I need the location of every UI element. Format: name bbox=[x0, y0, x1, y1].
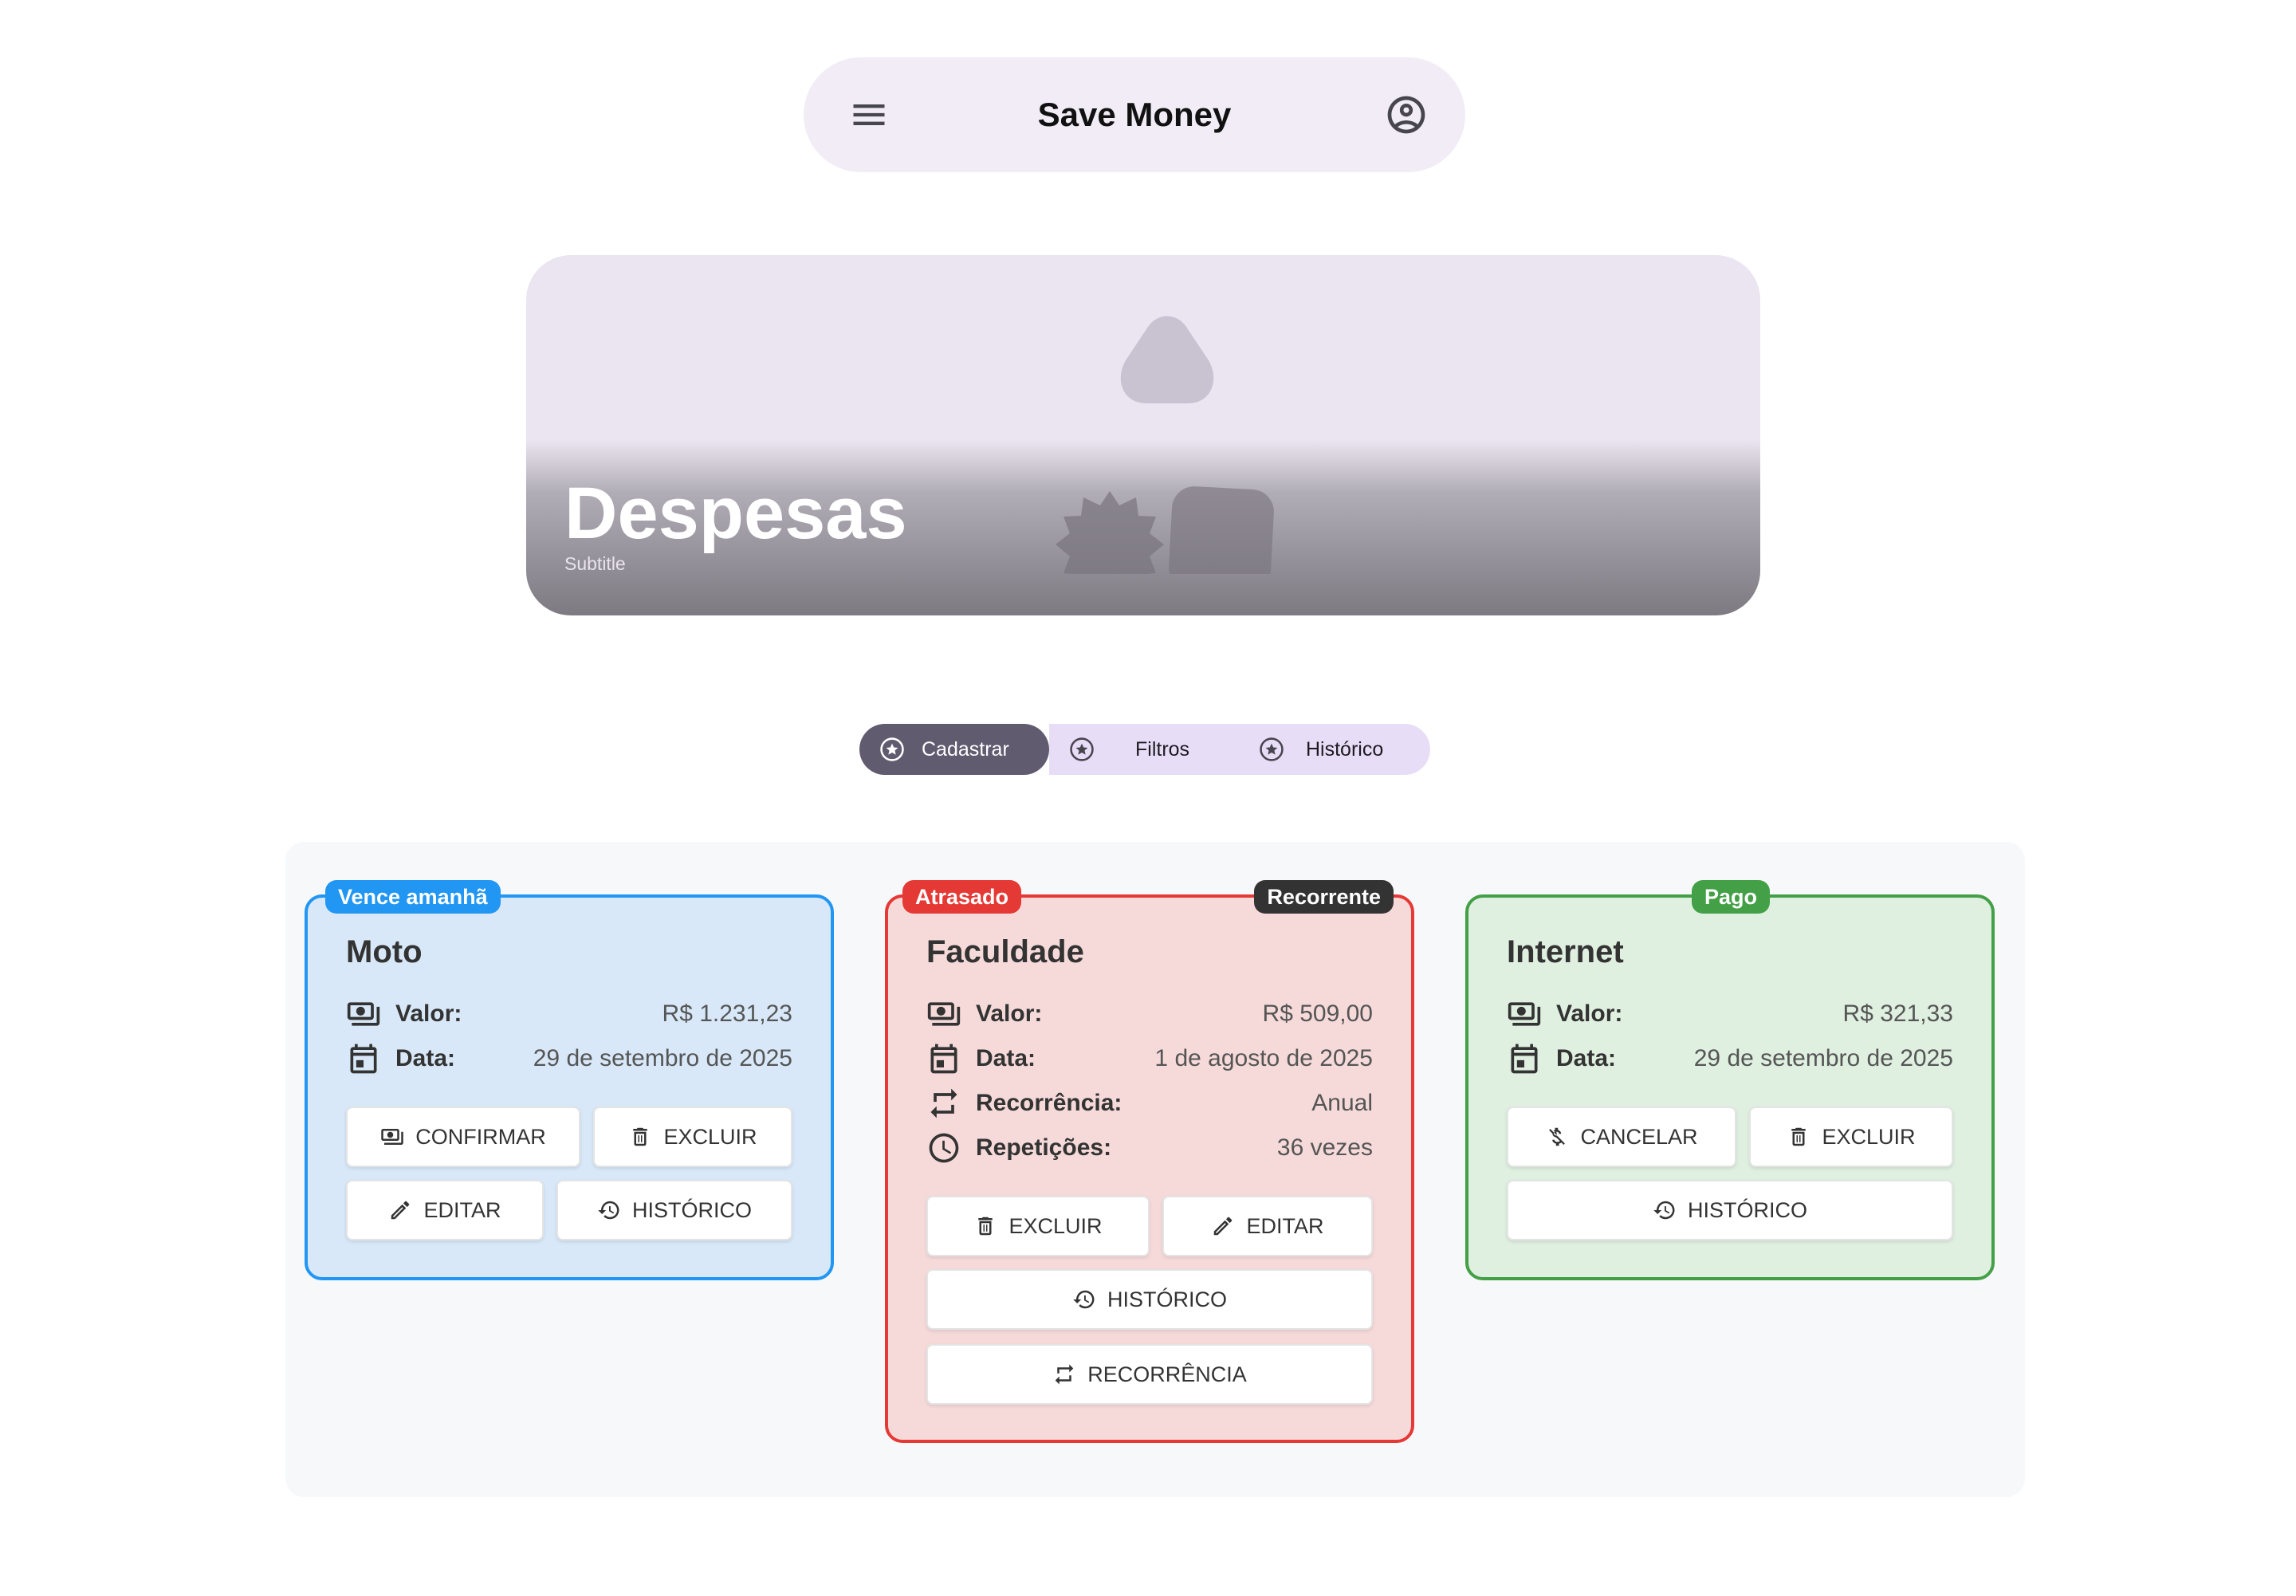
field-data: Data: 29 de setembro de 2025 bbox=[1507, 1040, 1953, 1078]
button-label: EDITAR bbox=[1246, 1213, 1324, 1238]
money-icon bbox=[1507, 997, 1542, 1032]
expense-card: Pago Internet Valor: R$ 321,33 Data: 29 … bbox=[1465, 880, 1995, 1280]
clock-icon bbox=[926, 1130, 961, 1166]
expense-title: Internet bbox=[1507, 934, 1624, 969]
field-label: Valor: bbox=[1556, 1000, 1623, 1027]
button-label: EDITAR bbox=[423, 1197, 501, 1222]
field-label: Valor: bbox=[976, 1000, 1043, 1027]
field-value: R$ 321,33 bbox=[1842, 1000, 1953, 1027]
trash-icon bbox=[973, 1214, 997, 1238]
button-label: CONFIRMAR bbox=[415, 1124, 546, 1149]
field-value: R$ 1.231,23 bbox=[662, 1000, 792, 1027]
confirm-button[interactable]: CONFIRMAR bbox=[346, 1107, 580, 1167]
field-label: Data: bbox=[1556, 1045, 1617, 1071]
field-valor: Valor: R$ 509,00 bbox=[926, 995, 1373, 1033]
top-app-bar: Save Money bbox=[804, 57, 1465, 172]
field-label: Recorrência: bbox=[976, 1090, 1122, 1116]
field-repeticoes: Repetições: 36 vezes bbox=[926, 1129, 1373, 1167]
trash-icon bbox=[628, 1125, 652, 1149]
expense-card: Vence amanhã Moto Valor: R$ 1.231,23 Dat… bbox=[305, 880, 834, 1280]
calendar-icon bbox=[926, 1041, 961, 1076]
tab-label: Histórico bbox=[1306, 737, 1384, 761]
recurring-badge: Recorrente bbox=[1254, 880, 1394, 914]
cancel-button[interactable]: CANCELAR bbox=[1507, 1107, 1736, 1167]
status-badge: Atrasado bbox=[902, 880, 1022, 914]
tab-cadastrar[interactable]: Cadastrar bbox=[859, 724, 1049, 775]
button-label: EXCLUIR bbox=[1008, 1213, 1103, 1238]
button-label: HISTÓRICO bbox=[631, 1197, 752, 1222]
calendar-icon bbox=[1507, 1041, 1542, 1076]
delete-button[interactable]: EXCLUIR bbox=[926, 1196, 1150, 1256]
field-label: Data: bbox=[976, 1045, 1036, 1071]
edit-button[interactable]: EDITAR bbox=[346, 1180, 544, 1240]
history-button[interactable]: HISTÓRICO bbox=[556, 1180, 792, 1240]
field-label: Repetições: bbox=[976, 1134, 1112, 1161]
history-icon bbox=[1072, 1287, 1096, 1311]
field-value: 1 de agosto de 2025 bbox=[1154, 1045, 1373, 1071]
delete-button[interactable]: EXCLUIR bbox=[1749, 1107, 1953, 1167]
field-valor: Valor: R$ 321,33 bbox=[1507, 995, 1953, 1033]
button-label: EXCLUIR bbox=[663, 1124, 757, 1149]
button-label: RECORRÊNCIA bbox=[1087, 1362, 1247, 1386]
tab-historico[interactable]: Histórico bbox=[1239, 724, 1430, 775]
star-circle-icon bbox=[879, 736, 906, 763]
history-button[interactable]: HISTÓRICO bbox=[1507, 1180, 1953, 1240]
status-badge: Vence amanhã bbox=[325, 880, 501, 914]
app-title: Save Money bbox=[1037, 96, 1232, 133]
hero-title: Despesas bbox=[564, 473, 907, 554]
tab-filtros[interactable]: Filtros bbox=[1049, 724, 1239, 775]
account-circle-icon[interactable] bbox=[1384, 92, 1429, 137]
button-label: EXCLUIR bbox=[1822, 1124, 1916, 1149]
status-badge: Pago bbox=[1692, 880, 1771, 914]
field-label: Data: bbox=[395, 1045, 456, 1071]
pencil-icon bbox=[388, 1198, 412, 1222]
history-button[interactable]: HISTÓRICO bbox=[926, 1269, 1373, 1330]
field-value: 36 vezes bbox=[1276, 1134, 1373, 1161]
button-label: CANCELAR bbox=[1580, 1124, 1698, 1149]
button-label: HISTÓRICO bbox=[1107, 1287, 1227, 1311]
history-icon bbox=[597, 1198, 621, 1222]
hero-subtitle: Subtitle bbox=[564, 553, 626, 574]
trash-icon bbox=[1787, 1125, 1810, 1149]
edit-button[interactable]: EDITAR bbox=[1162, 1196, 1373, 1256]
money-icon bbox=[926, 997, 961, 1032]
money-off-icon bbox=[1545, 1125, 1569, 1149]
hero-banner: Despesas Subtitle bbox=[526, 255, 1760, 615]
field-value: 29 de setembro de 2025 bbox=[1693, 1045, 1953, 1071]
recurrence-button[interactable]: RECORRÊNCIA bbox=[926, 1344, 1373, 1405]
expense-card: Atrasado Recorrente Faculdade Valor: R$ … bbox=[885, 880, 1414, 1443]
button-label: HISTÓRICO bbox=[1687, 1197, 1807, 1222]
field-recorrencia: Recorrência: Anual bbox=[926, 1084, 1373, 1122]
tab-label: Cadastrar bbox=[922, 737, 1009, 761]
field-valor: Valor: R$ 1.231,23 bbox=[346, 995, 792, 1033]
field-data: Data: 29 de setembro de 2025 bbox=[346, 1040, 792, 1078]
calendar-icon bbox=[346, 1041, 381, 1076]
money-icon bbox=[346, 997, 381, 1032]
delete-button[interactable]: EXCLUIR bbox=[593, 1107, 792, 1167]
expense-title: Faculdade bbox=[926, 934, 1084, 969]
repeat-icon bbox=[926, 1086, 961, 1121]
field-value: Anual bbox=[1311, 1090, 1373, 1116]
history-icon bbox=[1653, 1198, 1677, 1222]
field-data: Data: 1 de agosto de 2025 bbox=[926, 1040, 1373, 1078]
money-icon bbox=[380, 1125, 404, 1149]
segmented-tabs: Cadastrar Filtros Histórico bbox=[859, 724, 1430, 775]
tab-label: Filtros bbox=[1135, 737, 1190, 761]
star-circle-icon bbox=[1258, 736, 1285, 763]
star-circle-icon bbox=[1068, 736, 1095, 763]
field-label: Valor: bbox=[395, 1000, 462, 1027]
repeat-icon bbox=[1052, 1362, 1076, 1386]
pencil-icon bbox=[1211, 1214, 1235, 1238]
field-value: R$ 509,00 bbox=[1262, 1000, 1373, 1027]
expense-title: Moto bbox=[346, 934, 423, 969]
field-value: 29 de setembro de 2025 bbox=[533, 1045, 792, 1071]
